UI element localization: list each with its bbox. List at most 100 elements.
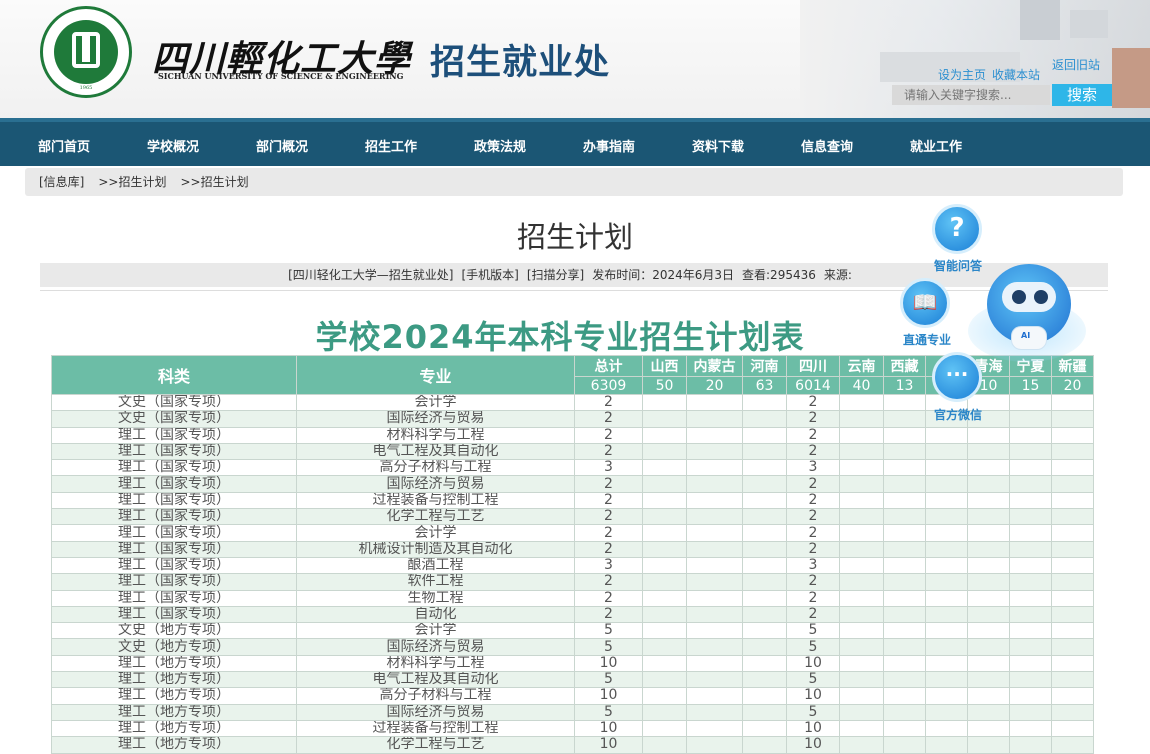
table-row: 理工（地方专项） 材料科学与工程 10 10 bbox=[51, 654, 1094, 673]
back-old-site-link[interactable]: 返回旧站 bbox=[1052, 56, 1100, 73]
cell-category: 文史（国家专项） bbox=[51, 410, 297, 428]
header-province: 河南 bbox=[742, 355, 787, 377]
cell-ningxia bbox=[1009, 719, 1052, 738]
cell-sichuan: 5 bbox=[786, 638, 840, 656]
cell-sichuan: 10 bbox=[786, 687, 840, 705]
official-wechat-label[interactable]: 官方微信 bbox=[934, 406, 982, 423]
table-row: 理工（国家专项） 酿酒工程 3 3 bbox=[51, 556, 1094, 575]
cell-neimenggu bbox=[686, 475, 743, 493]
cell-xizang bbox=[883, 654, 926, 673]
cell-ningxia bbox=[1009, 508, 1052, 526]
cell-sichuan: 2 bbox=[786, 475, 840, 493]
cell-xizang bbox=[883, 508, 926, 526]
cell-category: 文史（地方专项） bbox=[51, 622, 297, 640]
wechat-icon[interactable]: ··· bbox=[932, 352, 982, 402]
cell-total: 5 bbox=[574, 703, 643, 721]
cell-xinjiang bbox=[1051, 654, 1094, 673]
cell-major: 国际经济与贸易 bbox=[296, 703, 575, 721]
cell-yunnan bbox=[839, 654, 884, 673]
cell-shanxi bbox=[642, 410, 687, 428]
cell-yunnan bbox=[839, 556, 884, 575]
cell-col8 bbox=[925, 459, 968, 477]
table-row: 理工（国家专项） 机械设计制造及其自动化 2 2 bbox=[51, 540, 1094, 558]
cell-ningxia bbox=[1009, 736, 1052, 754]
cell-yunnan bbox=[839, 459, 884, 477]
direct-major-label[interactable]: 直通专业 bbox=[903, 331, 951, 348]
nav-item-query[interactable]: 信息查询 bbox=[801, 122, 853, 166]
cell-shanxi bbox=[642, 393, 687, 412]
table-row: 理工（国家专项） 电气工程及其自动化 2 2 bbox=[51, 442, 1094, 461]
search-input[interactable] bbox=[892, 85, 1050, 105]
nav-item-downloads[interactable]: 资料下载 bbox=[692, 122, 744, 166]
cell-major: 高分子材料与工程 bbox=[296, 459, 575, 477]
question-icon[interactable]: ? bbox=[932, 204, 982, 254]
breadcrumb-item[interactable]: >>招生计划 bbox=[181, 175, 249, 189]
cell-category: 理工（国家专项） bbox=[51, 573, 297, 591]
header-total: 6014 bbox=[786, 376, 840, 395]
nav-item-home[interactable]: 部门首页 bbox=[38, 122, 90, 166]
cell-shanxi bbox=[642, 671, 687, 689]
cell-col8 bbox=[925, 719, 968, 738]
nav-item-school[interactable]: 学校概况 bbox=[147, 122, 199, 166]
cell-major: 酿酒工程 bbox=[296, 556, 575, 575]
cell-ningxia bbox=[1009, 459, 1052, 477]
cell-ningxia bbox=[1009, 654, 1052, 673]
search-button[interactable]: 搜索 bbox=[1052, 84, 1112, 106]
cell-xinjiang bbox=[1051, 491, 1094, 510]
school-logo[interactable]: 1965 bbox=[40, 6, 132, 98]
cell-total: 5 bbox=[574, 638, 643, 656]
meta-share-link[interactable]: [扫描分享] bbox=[527, 268, 584, 282]
cell-shanxi bbox=[642, 573, 687, 591]
cell-yunnan bbox=[839, 573, 884, 591]
meta-published: 发布时间：2024年6月3日 bbox=[592, 268, 735, 282]
cell-major: 国际经济与贸易 bbox=[296, 638, 575, 656]
cell-henan bbox=[742, 638, 787, 656]
nav-item-dept[interactable]: 部门概况 bbox=[256, 122, 308, 166]
smart-qa-label[interactable]: 智能问答 bbox=[934, 257, 982, 274]
cell-henan bbox=[742, 622, 787, 640]
cell-major: 软件工程 bbox=[296, 573, 575, 591]
cell-xizang bbox=[883, 703, 926, 721]
breadcrumb-item[interactable]: [信息库] bbox=[39, 175, 84, 189]
cell-category: 理工（地方专项） bbox=[51, 654, 297, 673]
cell-xinjiang bbox=[1051, 605, 1094, 624]
cell-xizang bbox=[883, 605, 926, 624]
cell-ningxia bbox=[1009, 393, 1052, 412]
cell-category: 理工（国家专项） bbox=[51, 426, 297, 444]
cell-qinghai bbox=[967, 719, 1010, 738]
cell-neimenggu bbox=[686, 459, 743, 477]
cell-xinjiang bbox=[1051, 622, 1094, 640]
cell-xizang bbox=[883, 393, 926, 412]
cell-shanxi bbox=[642, 622, 687, 640]
cell-col8 bbox=[925, 687, 968, 705]
cell-neimenggu bbox=[686, 589, 743, 607]
cell-neimenggu bbox=[686, 540, 743, 558]
nav-item-guide[interactable]: 办事指南 bbox=[583, 122, 635, 166]
cell-col8 bbox=[925, 442, 968, 461]
cell-category: 理工（地方专项） bbox=[51, 687, 297, 705]
nav-item-policy[interactable]: 政策法规 bbox=[474, 122, 526, 166]
set-home-link[interactable]: 设为主页 bbox=[938, 68, 986, 82]
header-province: 四川 bbox=[786, 355, 840, 377]
cell-total: 10 bbox=[574, 687, 643, 705]
cell-category: 理工（国家专项） bbox=[51, 508, 297, 526]
cell-category: 文史（国家专项） bbox=[51, 393, 297, 412]
divider bbox=[40, 290, 1108, 291]
cell-xizang bbox=[883, 410, 926, 428]
nav-item-employment[interactable]: 就业工作 bbox=[910, 122, 962, 166]
meta-mobile-link[interactable]: [手机版本] bbox=[461, 268, 518, 282]
book-icon[interactable]: 📖 bbox=[900, 278, 950, 328]
nav-item-admission[interactable]: 招生工作 bbox=[365, 122, 417, 166]
cell-sichuan: 2 bbox=[786, 410, 840, 428]
favorite-link[interactable]: 收藏本站 bbox=[992, 68, 1040, 82]
cell-xizang bbox=[883, 475, 926, 493]
cell-col8 bbox=[925, 426, 968, 444]
meta-source-link[interactable]: [四川轻化工大学—招生就业处] bbox=[288, 268, 453, 282]
breadcrumb-item[interactable]: >>招生计划 bbox=[98, 175, 166, 189]
cell-major: 过程装备与控制工程 bbox=[296, 491, 575, 510]
cell-xizang bbox=[883, 719, 926, 738]
header-province: 新疆 bbox=[1051, 355, 1094, 377]
cell-total: 2 bbox=[574, 410, 643, 428]
cell-shanxi bbox=[642, 719, 687, 738]
cell-major: 机械设计制造及其自动化 bbox=[296, 540, 575, 558]
